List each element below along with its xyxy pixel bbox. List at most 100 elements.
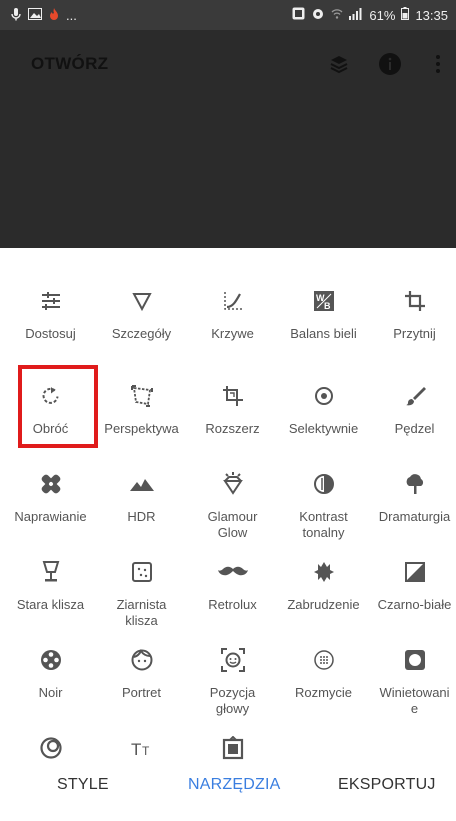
text-icon: TT: [96, 733, 187, 763]
adjust-sliders-icon: [5, 286, 96, 316]
expand-icon: [187, 381, 278, 411]
info-icon[interactable]: [378, 52, 402, 76]
tool-selective[interactable]: Selektywnie: [278, 373, 369, 469]
tool-label: Pędzel: [394, 421, 435, 436]
blur-icon: [278, 645, 369, 675]
status-ellipsis: ...: [66, 8, 77, 23]
tool-label: Glamour Glow: [207, 509, 258, 540]
highlight-box: [18, 365, 98, 448]
alarm-icon: [311, 7, 325, 24]
status-time: 13:35: [415, 7, 448, 23]
tool-label: Naprawianie: [14, 509, 87, 524]
tool-label: Retrolux: [208, 597, 257, 612]
tool-adjust-sliders[interactable]: Dostosuj: [5, 278, 96, 374]
head-pose-icon: [187, 645, 278, 675]
tool-label: Kontrast tonalny: [299, 509, 348, 540]
black-white-icon: [369, 557, 456, 587]
tool-label: HDR: [127, 509, 156, 524]
tool-hdr-mountains[interactable]: HDR: [96, 461, 187, 557]
status-bar: ... 61% 13:35: [0, 0, 456, 30]
tool-white-balance[interactable]: W B Balans bieli: [278, 278, 369, 374]
healing-icon: [5, 469, 96, 499]
battery-icon: [401, 7, 410, 24]
portrait-face-icon: [96, 645, 187, 675]
crop-icon: [369, 286, 456, 316]
open-button[interactable]: OTWÓRZ: [31, 54, 108, 74]
tool-label: Dostosuj: [25, 326, 76, 341]
battery-percent: 61%: [369, 7, 396, 23]
hdr-mountains-icon: [96, 469, 187, 499]
vintage-lamp-icon: [5, 557, 96, 587]
tool-details-triangle[interactable]: Szczegóły: [96, 278, 187, 374]
tool-label: Balans bieli: [290, 326, 357, 341]
glamour-glow-icon: [187, 469, 278, 499]
tool-tonal-contrast[interactable]: Kontrast tonalny: [278, 461, 369, 557]
fire-icon: [48, 7, 60, 25]
tool-vintage-lamp[interactable]: Stara klisza: [5, 549, 96, 645]
tool-black-white[interactable]: Czarno-białe: [369, 549, 456, 645]
tool-label: Stara klisza: [16, 597, 85, 612]
tool-grainy-film[interactable]: Ziarnista klisza: [96, 549, 187, 645]
grunge-icon: [278, 557, 369, 587]
brush-icon: [369, 381, 456, 411]
microphone-icon: [10, 7, 22, 25]
double-exposure-icon: [5, 733, 96, 763]
tool-portrait-face[interactable]: Portret: [96, 637, 187, 733]
tool-healing[interactable]: Naprawianie: [5, 461, 96, 557]
tool-label: Winietowani e: [379, 685, 450, 716]
tool-label: Przytnij: [393, 326, 436, 341]
tool-label: Dramaturgia: [378, 509, 451, 524]
tool-grunge[interactable]: Zabrudzenie: [278, 549, 369, 645]
svg-text:T: T: [131, 740, 141, 758]
tool-vignette[interactable]: Winietowani e: [369, 637, 456, 733]
tool-label: Czarno-białe: [377, 597, 452, 612]
svg-text:T: T: [142, 744, 150, 758]
tool-blur[interactable]: Rozmycie: [278, 637, 369, 733]
grainy-film-icon: [96, 557, 187, 587]
gallery-icon: [28, 8, 42, 24]
more-vert-icon[interactable]: [426, 52, 450, 76]
bottom-navigation: STYLE NARZĘDZIA EKSPORTUJ: [0, 760, 456, 798]
tool-head-pose[interactable]: Pozycja głowy: [187, 637, 278, 733]
image-preview-area: OTWÓRZ: [0, 30, 456, 248]
tool-label: Ziarnista klisza: [116, 597, 167, 628]
tool-curves[interactable]: Krzywe: [187, 278, 278, 374]
tool-label: Portret: [121, 685, 161, 700]
nfc-icon: [292, 7, 305, 24]
tonal-contrast-icon: [278, 469, 369, 499]
tool-drama-cloud[interactable]: Dramaturgia: [369, 461, 456, 557]
layers-history-icon[interactable]: [327, 52, 351, 76]
frames-icon: [187, 733, 278, 763]
tool-label: Krzywe: [211, 326, 254, 341]
retrolux-mustache-icon: [187, 557, 278, 587]
tool-label: Rozszerz: [205, 421, 260, 436]
tool-label: Rozmycie: [294, 685, 353, 700]
tab-styles[interactable]: STYLE: [57, 776, 109, 794]
tab-tools[interactable]: NARZĘDZIA: [188, 776, 280, 794]
tool-noir-reel[interactable]: Noir: [5, 637, 96, 733]
tool-label: Perspektywa: [104, 421, 179, 436]
tool-retrolux-mustache[interactable]: Retrolux: [187, 549, 278, 645]
details-triangle-icon: [96, 286, 187, 316]
signal-icon: [349, 7, 363, 24]
selective-icon: [278, 381, 369, 411]
white-balance-icon: WB: [278, 286, 369, 316]
svg-text:B: B: [324, 301, 331, 311]
tool-label: Noir: [38, 685, 63, 700]
perspective-icon: [96, 381, 187, 411]
vignette-icon: [369, 645, 456, 675]
tool-glamour-glow[interactable]: Glamour Glow: [187, 461, 278, 557]
status-right: 61% 13:35: [292, 7, 448, 24]
tool-expand[interactable]: Rozszerz: [187, 373, 278, 469]
tool-brush[interactable]: Pędzel: [369, 373, 456, 469]
tool-label: Pozycja głowy: [209, 685, 256, 716]
tool-perspective[interactable]: Perspektywa: [96, 373, 187, 469]
status-left: ...: [10, 7, 77, 25]
tool-crop[interactable]: Przytnij: [369, 278, 456, 374]
curves-icon: [187, 286, 278, 316]
tab-export[interactable]: EKSPORTUJ: [338, 776, 436, 794]
noir-reel-icon: [5, 645, 96, 675]
tool-label: Selektywnie: [288, 421, 359, 436]
tool-label: Szczegóły: [111, 326, 172, 341]
wifi-icon: [331, 8, 343, 24]
